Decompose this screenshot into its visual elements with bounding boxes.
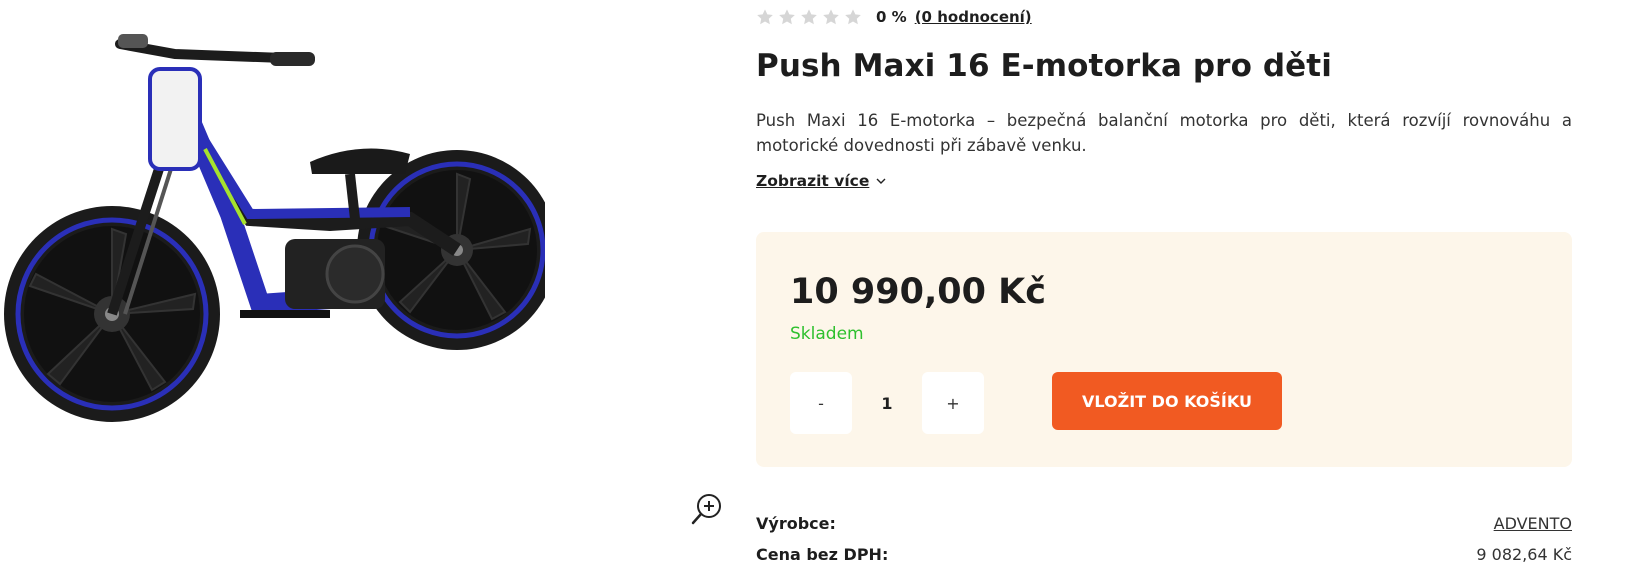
manufacturer-link[interactable]: ADVENTO: [1494, 514, 1572, 533]
product-title: Push Maxi 16 E-motorka pro děti: [756, 48, 1332, 84]
star-icon: [757, 9, 773, 25]
spec-value: 9 082,64 Kč: [1476, 545, 1572, 564]
product-image[interactable]: [0, 14, 545, 434]
spec-row-manufacturer: Výrobce: ADVENTO: [756, 508, 1572, 539]
star-icon: [823, 9, 839, 25]
product-specs: Výrobce: ADVENTO Cena bez DPH: 9 082,64 …: [756, 508, 1572, 570]
product-description: Push Maxi 16 E-motorka – bezpečná balanč…: [756, 111, 1572, 155]
star-icon: [845, 9, 861, 25]
show-more-label: Zobrazit více: [756, 172, 870, 190]
add-to-cart-button[interactable]: VLOŽIT DO KOŠÍKU: [1052, 372, 1282, 430]
star-icon: [779, 9, 795, 25]
quantity-increase-button[interactable]: +: [922, 372, 984, 434]
spec-label: Cena bez DPH:: [756, 545, 889, 564]
show-more-link[interactable]: Zobrazit více: [756, 172, 887, 190]
spec-row-price-without-vat: Cena bez DPH: 9 082,64 Kč: [756, 539, 1572, 570]
quantity-input[interactable]: [852, 372, 922, 434]
product-rating: 0 % (0 hodnocení): [756, 6, 1032, 28]
product-price: 10 990,00 Kč: [790, 272, 1047, 312]
star-icon: [801, 9, 817, 25]
quantity-decrease-button[interactable]: -: [790, 372, 852, 434]
product-gallery: [0, 0, 721, 583]
rating-percent: 0 %: [876, 8, 907, 26]
rating-stars[interactable]: [756, 8, 862, 26]
chevron-down-icon: [876, 178, 886, 184]
zoom-in-icon[interactable]: [690, 492, 724, 526]
buy-box: 10 990,00 Kč Skladem - + VLOŽIT DO KOŠÍK…: [756, 232, 1572, 467]
rating-count-link[interactable]: (0 hodnocení): [915, 8, 1032, 26]
spec-label: Výrobce:: [756, 514, 836, 533]
stock-status: Skladem: [790, 324, 864, 344]
